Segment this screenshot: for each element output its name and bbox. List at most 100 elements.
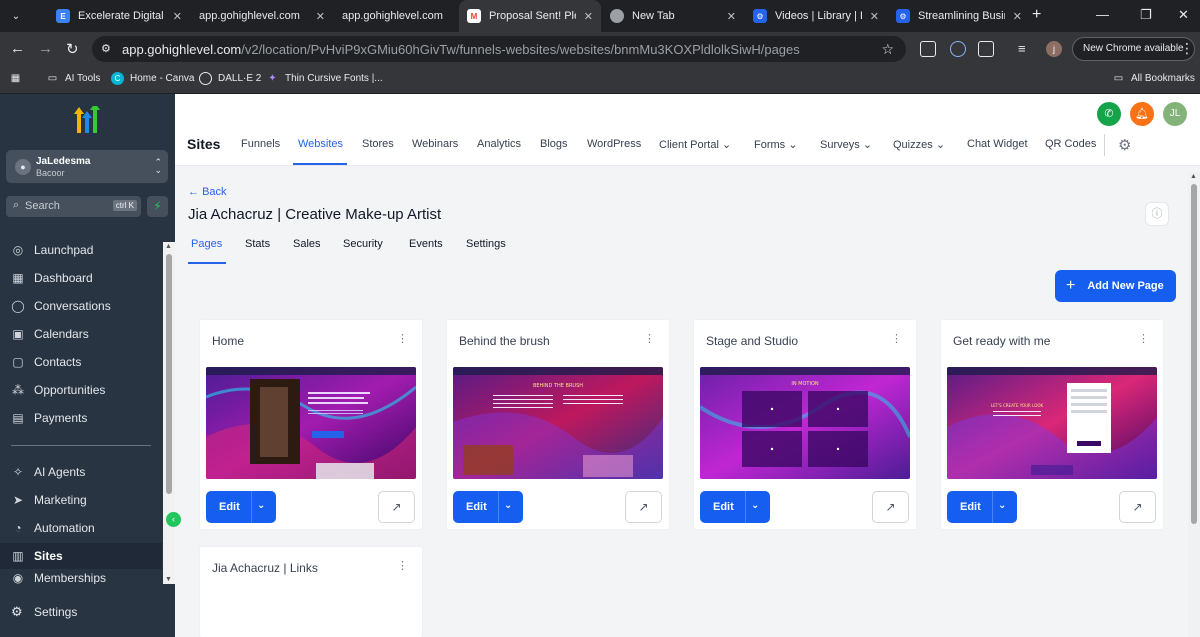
browser-tab-active[interactable]: M Proposal Sent! Pleas ✕ [459, 0, 601, 32]
scrollbar-thumb[interactable] [166, 254, 172, 494]
sidebar-item-sites[interactable]: ▥ Sites [0, 543, 162, 569]
kebab-menu-icon[interactable]: ⋮ [644, 332, 655, 345]
tab-stores[interactable]: Stores [362, 138, 394, 150]
sidebar-item-payments[interactable]: ▤ Payments [0, 405, 162, 431]
close-icon[interactable]: ✕ [584, 10, 593, 23]
kebab-menu-icon[interactable]: ⋮ [891, 332, 902, 345]
bookmark-item[interactable]: C Home - Canva [111, 72, 194, 85]
bell-icon[interactable]: 🔔︎ [1130, 102, 1154, 126]
sidebar-item-launchpad[interactable]: ◎ Launchpad [0, 237, 162, 263]
close-window-icon[interactable]: ✕ [1178, 7, 1189, 23]
tab-chat-widget[interactable]: Chat Widget [967, 138, 1028, 150]
profile-avatar[interactable]: j [1046, 41, 1062, 57]
collapse-sidebar-chevron-icon[interactable]: ‹ [166, 512, 181, 527]
bookmark-item[interactable]: ✦ Thin Cursive Fonts |... [266, 72, 382, 85]
page-thumbnail[interactable]: BEHIND THE BRUSH [453, 367, 663, 479]
sidebar-item-contacts[interactable]: ▢ Contacts [0, 349, 162, 375]
bookmark-item[interactable]: DALL·E 2 [199, 72, 261, 85]
sidebar-search[interactable]: ⌕ Search ctrl K [6, 196, 141, 217]
sidebar-item-dashboard[interactable]: ▦ Dashboard [0, 265, 162, 291]
close-icon[interactable]: ✕ [316, 10, 325, 23]
main-scrollbar[interactable]: ▲ [1188, 172, 1200, 637]
close-icon[interactable]: ✕ [870, 10, 879, 23]
kebab-menu-icon[interactable]: ⋮ [1138, 332, 1149, 345]
tab-forms[interactable]: Forms ⌄ [754, 138, 797, 151]
edit-button[interactable]: Edit ⌄ [453, 491, 523, 523]
extension-icon[interactable] [950, 41, 966, 57]
open-external-icon[interactable]: ↗ [1119, 491, 1156, 523]
sidebar-item-memberships[interactable]: ◉ Memberships [0, 571, 162, 584]
tab-events[interactable]: Events [409, 238, 443, 250]
gear-icon[interactable]: ⚙ [1118, 136, 1131, 154]
back-link[interactable]: ← Back [188, 186, 227, 198]
apps-grid-icon[interactable]: ▦ [9, 72, 28, 85]
tab-search-icon[interactable]: ⌄ [6, 6, 26, 26]
sidebar-item-automation[interactable]: ◔ Automation [0, 515, 162, 541]
sidebar-item-marketing[interactable]: ➤ Marketing [0, 487, 162, 513]
chevron-down-icon[interactable]: ⌄ [751, 500, 759, 511]
browser-tab[interactable]: New Tab ✕ [602, 0, 744, 32]
page-thumbnail[interactable]: LET'S CREATE YOUR LOOK [947, 367, 1157, 479]
media-icon[interactable]: ≡ [1018, 41, 1034, 57]
reload-icon[interactable]: ↻ [66, 40, 79, 58]
open-external-icon[interactable]: ↗ [378, 491, 415, 523]
tab-surveys[interactable]: Surveys ⌄ [820, 138, 872, 151]
scroll-down-icon[interactable]: ▼ [165, 576, 172, 583]
forward-arrow-icon[interactable]: → [38, 40, 53, 57]
sidebar-item-conversations[interactable]: ◯ Conversations [0, 293, 162, 319]
url-bar[interactable]: ⚙ app.gohighlevel.com/v2/location/PvHviP… [92, 36, 906, 62]
tab-funnels[interactable]: Funnels [241, 138, 280, 150]
back-arrow-icon[interactable]: ← [10, 40, 25, 57]
browser-tab[interactable]: ⚙ Streamlining Busines ✕ [888, 0, 1030, 32]
phone-icon[interactable]: ✆ [1097, 102, 1121, 126]
scroll-up-icon[interactable]: ▲ [165, 243, 172, 250]
open-external-icon[interactable]: ↗ [625, 491, 662, 523]
chevron-down-icon[interactable]: ⌄ [998, 500, 1006, 511]
sidebar-item-settings[interactable]: ⚙ Settings [0, 599, 162, 625]
location-switcher[interactable]: ● JaLedesma Bacoor ⌃ ⌄ [6, 150, 168, 183]
sidebar-scrollbar[interactable]: ▲ ▼ [163, 242, 175, 584]
tab-sales[interactable]: Sales [293, 238, 321, 250]
quick-action-bolt-icon[interactable]: ⚡ [147, 196, 168, 217]
tab-qr-codes[interactable]: QR Codes [1045, 138, 1096, 150]
browser-tab[interactable]: E Excelerate Digital Ma ✕ [48, 0, 190, 32]
edit-button[interactable]: Edit ⌄ [947, 491, 1017, 523]
tab-security[interactable]: Security [343, 238, 383, 250]
site-info-icon[interactable]: ⚙ [101, 42, 115, 56]
update-chrome-button[interactable]: New Chrome available [1072, 37, 1195, 61]
bookmark-star-icon[interactable]: ☆ [881, 41, 894, 58]
kebab-menu-icon[interactable]: ⋮ [1180, 40, 1194, 57]
chevron-down-icon[interactable]: ⌄ [257, 500, 265, 511]
info-icon[interactable]: ⓘ [1145, 202, 1169, 226]
scrollbar-thumb[interactable] [1191, 184, 1197, 524]
restore-icon[interactable]: ❐ [1140, 7, 1152, 23]
page-thumbnail[interactable] [206, 367, 416, 479]
tab-client-portal[interactable]: Client Portal ⌄ [659, 138, 731, 151]
tab-websites[interactable]: Websites [298, 138, 343, 150]
tab-pages[interactable]: Pages [191, 238, 222, 250]
close-icon[interactable]: ✕ [173, 10, 182, 23]
kebab-menu-icon[interactable]: ⋮ [397, 332, 408, 345]
bookmark-folder[interactable]: ▭ AI Tools [46, 72, 101, 85]
add-new-page-button[interactable]: + Add New Page [1055, 270, 1176, 302]
extension-icon[interactable] [920, 41, 936, 57]
tab-stats[interactable]: Stats [245, 238, 270, 250]
chevron-down-icon[interactable]: ⌄ [504, 500, 512, 511]
close-icon[interactable]: ✕ [1013, 10, 1022, 23]
sidebar-item-ai-agents[interactable]: ✧ AI Agents [0, 459, 162, 485]
open-external-icon[interactable]: ↗ [872, 491, 909, 523]
sidebar-item-opportunities[interactable]: ⁂ Opportunities [0, 377, 162, 403]
avatar[interactable]: JL [1163, 102, 1187, 126]
tab-webinars[interactable]: Webinars [412, 138, 458, 150]
page-thumbnail[interactable]: IN MOTION [700, 367, 910, 479]
browser-tab[interactable]: ⚙ Videos | Library | Loo ✕ [745, 0, 887, 32]
tab-analytics[interactable]: Analytics [477, 138, 521, 150]
edit-button[interactable]: Edit ⌄ [206, 491, 276, 523]
edit-button[interactable]: Edit ⌄ [700, 491, 770, 523]
puzzle-icon[interactable] [978, 41, 994, 57]
close-icon[interactable]: ✕ [727, 10, 736, 23]
tab-settings[interactable]: Settings [466, 238, 506, 250]
browser-tab[interactable]: app.gohighlevel.com ✕ [191, 0, 333, 32]
all-bookmarks[interactable]: ▭ All Bookmarks [1112, 72, 1195, 85]
tab-wordpress[interactable]: WordPress [587, 138, 641, 150]
